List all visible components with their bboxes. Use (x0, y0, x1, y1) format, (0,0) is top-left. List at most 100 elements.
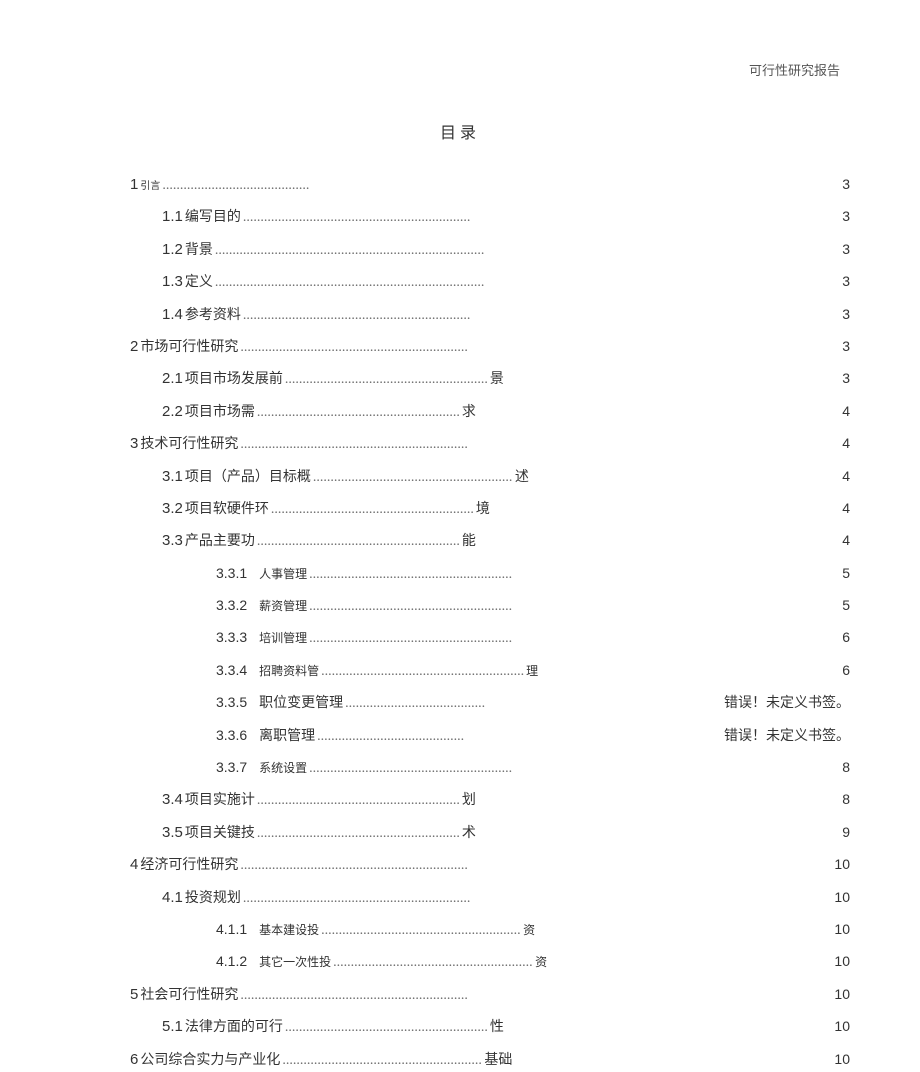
toc-label: 法律方面的可行 (185, 1017, 283, 1039)
toc-label: 职位变更管理 (259, 693, 343, 715)
toc-label-suffix: 术 (462, 823, 476, 845)
toc-entry: 2 市场可行性研究 ..............................… (130, 335, 850, 359)
toc-error-text: 错误！未定义书签。 (724, 726, 850, 748)
toc-entry: 3.2 项目软硬件环 .............................… (162, 497, 850, 521)
toc-number: 1.1 (162, 205, 183, 229)
toc-label: 其它一次性投 (259, 953, 331, 972)
toc-label: 产品主要功 (185, 531, 255, 553)
toc-entry: 2.2 项目市场需 ..............................… (162, 400, 850, 424)
toc-label: 薪资管理 (259, 597, 307, 616)
toc-page-number: 5 (820, 562, 850, 584)
toc-page-number: 9 (820, 821, 850, 843)
toc-page-number: 4 (820, 432, 850, 454)
toc-page-number: 4 (820, 400, 850, 422)
toc-leader-dots: ........................................… (333, 952, 533, 974)
toc-page-number: 3 (820, 335, 850, 357)
toc-label-suffix: 划 (462, 790, 476, 812)
toc-number: 4.1.2 (216, 950, 247, 972)
toc-label-suffix: 景 (490, 369, 504, 391)
toc-number: 4.1 (162, 886, 183, 910)
toc-leader-dots: ........................................… (317, 726, 464, 748)
toc-number: 4.1.1 (216, 918, 247, 940)
toc-page-number: 10 (820, 1015, 850, 1037)
toc-label-suffix: 境 (476, 499, 490, 521)
toc-page-number: 10 (820, 950, 850, 972)
toc-leader-dots: ........................................… (309, 758, 512, 780)
toc-number: 3.3 (162, 529, 183, 553)
toc-leader-dots: ........................................… (309, 628, 512, 650)
toc-page-number: 4 (820, 529, 850, 551)
toc-page-number: 8 (820, 756, 850, 778)
toc-number: 3.3.4 (216, 659, 247, 681)
toc-page-number: 10 (820, 918, 850, 940)
toc-page-number: 5 (820, 594, 850, 616)
toc-entry: 3.3.1 人事管理 .............................… (216, 562, 850, 586)
toc-label: 公司综合实力与产业化 (140, 1050, 280, 1072)
toc-number: 3.3.3 (216, 626, 247, 648)
toc-leader-dots: ........................................… (257, 531, 460, 553)
toc-number: 4 (130, 853, 138, 877)
toc-number: 2 (130, 335, 138, 359)
toc-page-number: 4 (820, 497, 850, 519)
toc-label: 项目软硬件环 (185, 499, 269, 521)
toc-leader-dots: ........................................… (309, 596, 512, 618)
toc-entry: 2.1 项目市场发展前 ............................… (162, 367, 850, 391)
toc-entry: 3.3.6 离职管理 .............................… (216, 724, 850, 748)
toc-label: 基本建设投 (259, 921, 319, 940)
toc-leader-dots: ........................................… (257, 823, 460, 845)
toc-page-number: 6 (820, 659, 850, 681)
toc-page-number: 3 (820, 205, 850, 227)
toc-label-suffix: 求 (462, 402, 476, 424)
toc-leader-dots: ........................................… (313, 467, 513, 489)
toc-label: 系统设置 (259, 759, 307, 778)
toc-page-number: 3 (820, 173, 850, 195)
toc-leader-dots: ........................................… (271, 499, 474, 521)
toc-page-number: 10 (820, 983, 850, 1005)
toc-label: 背景 (185, 240, 213, 262)
toc-entry: 4.1.1 基本建设投 ............................… (216, 918, 850, 942)
toc-label: 项目（产品）目标概 (185, 467, 311, 489)
toc-leader-dots: ........................................… (257, 402, 460, 424)
toc-entry: 3.4 项目实施计 ..............................… (162, 788, 850, 812)
toc-page-number: 4 (820, 465, 850, 487)
toc-entry: 6 公司综合实力与产业化 ...........................… (130, 1048, 850, 1072)
document-header: 可行性研究报告 (70, 60, 850, 79)
toc-entry: 3.3.2 薪资管理 .............................… (216, 594, 850, 618)
toc-label: 经济可行性研究 (140, 855, 238, 877)
toc-leader-dots: ........................................… (282, 1050, 482, 1072)
toc-label: 人事管理 (259, 565, 307, 584)
toc-label: 项目市场需 (185, 402, 255, 424)
toc-number: 3.3.6 (216, 724, 247, 746)
toc-number: 3.3.7 (216, 756, 247, 778)
toc-entry: 1.2 背景 .................................… (162, 238, 850, 262)
toc-leader-dots: ........................................… (240, 434, 468, 456)
toc-label: 技术可行性研究 (140, 434, 238, 456)
toc-error-text: 错误！未定义书签。 (724, 693, 850, 715)
toc-number: 1 (130, 173, 138, 197)
toc-entry: 4.1 投资规划 ...............................… (162, 886, 850, 910)
toc-label-suffix: 资 (523, 921, 535, 940)
toc-label-suffix: 基础 (484, 1050, 512, 1072)
toc-label-suffix: 能 (462, 531, 476, 553)
toc-leader-dots: ........................................… (321, 920, 521, 942)
toc-leader-dots: ........................................… (215, 272, 485, 294)
toc-entry: 3.3.5 职位变更管理 ...........................… (216, 691, 850, 715)
toc-entry: 1 引言 ...................................… (130, 173, 850, 197)
toc-page-number: 3 (820, 238, 850, 260)
toc-label: 编写目的 (185, 207, 241, 229)
toc-number: 1.4 (162, 303, 183, 327)
toc-number: 3.3.5 (216, 691, 247, 713)
toc-entry: 3.3.3 培训管理 .............................… (216, 626, 850, 650)
report-type-label: 可行性研究报告 (749, 63, 840, 78)
toc-page-number: 8 (820, 788, 850, 810)
toc-number: 3.4 (162, 788, 183, 812)
toc-page-number: 3 (820, 270, 850, 292)
toc-number: 6 (130, 1048, 138, 1072)
toc-number: 3.5 (162, 821, 183, 845)
toc-page-number: 3 (820, 303, 850, 325)
toc-entry: 3.3.7 系统设置 .............................… (216, 756, 850, 780)
toc-label-suffix: 理 (526, 662, 538, 681)
toc-entry: 3.3.4 招聘资料管 ............................… (216, 659, 850, 683)
toc-number: 3.2 (162, 497, 183, 521)
toc-leader-dots: ........................................… (309, 564, 512, 586)
